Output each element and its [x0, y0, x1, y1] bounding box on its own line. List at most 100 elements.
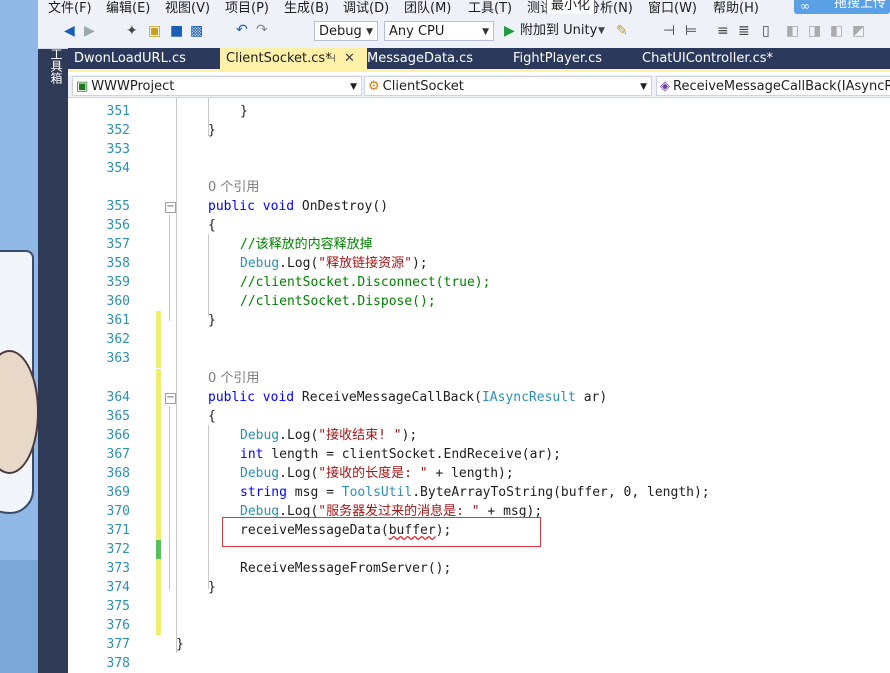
method-icon: ◈ [660, 79, 670, 94]
line-number: 368 [106, 466, 130, 481]
code-text: } [240, 104, 248, 119]
prev-bookmark-folder-icon[interactable]: ◧ [830, 23, 843, 39]
prev-bookmark-icon[interactable]: ◧ [786, 23, 799, 39]
tab-messagedata[interactable]: MessageData.cs [361, 48, 507, 69]
line-number: 362 [106, 332, 130, 347]
solution-config-value: Debug [319, 24, 362, 39]
change-marker-unsaved [156, 559, 161, 578]
change-marker-unsaved [156, 407, 161, 426]
class-icon: ⚙ [368, 79, 380, 94]
change-marker-unsaved [156, 426, 161, 445]
menu-help[interactable]: 帮助(H) [713, 0, 759, 14]
format-document-icon[interactable]: ⊨ [685, 23, 697, 39]
redo-icon[interactable]: ↷ [256, 22, 268, 38]
line-number: 354 [106, 161, 130, 176]
menu-project[interactable]: 项目(P) [225, 0, 269, 14]
standard-toolbar: ◀ ▶ ✦ ▣ ■ ▩ ↶ ↷ Debug ▼ Any CPU ▼ ▶ 附加到 Un… [38, 14, 890, 49]
codelens-line: 0 个引用 [68, 178, 890, 197]
code-line: 365 { [68, 407, 890, 426]
platform-dropdown[interactable]: Any CPU ▼ [384, 21, 494, 41]
code-line: 367 int length = clientSocket.EndReceive… [68, 445, 890, 464]
chevron-down-icon[interactable]: ▼ [598, 23, 605, 39]
solution-config-dropdown[interactable]: Debug ▼ [314, 21, 378, 41]
code-line: 364 − public void ReceiveMessageCallBack… [68, 388, 890, 407]
line-number: 372 [106, 542, 130, 557]
comment-icon[interactable]: ≡ [717, 23, 729, 39]
class-name: ClientSocket [382, 79, 464, 94]
member-dropdown[interactable]: ◈ReceiveMessageCallBack(IAsyncResult ar) [656, 76, 890, 96]
line-number: 371 [106, 523, 130, 538]
line-number: 360 [106, 294, 130, 309]
change-marker-unsaved [156, 464, 161, 483]
new-project-icon[interactable]: ✦ [126, 23, 138, 39]
project-dropdown[interactable]: ▣ WWWProject ▼ [72, 76, 362, 96]
code-line: 369 string msg = ToolsUtil.ByteArrayToSt… [68, 483, 890, 502]
line-number: 365 [106, 409, 130, 424]
undo-icon[interactable]: ↶ [236, 22, 248, 38]
line-number: 353 [106, 142, 130, 157]
menu-file[interactable]: 文件(F) [48, 0, 92, 14]
menu-window[interactable]: 窗口(W) [648, 0, 697, 14]
pin-icon[interactable]: ⊣ [326, 48, 336, 70]
tab-label: ChatUIController.cs* [642, 51, 774, 66]
menu-view[interactable]: 视图(V) [165, 0, 210, 14]
codelens-references[interactable]: 0 个引用 [208, 369, 259, 388]
tab-fightplayer[interactable]: FightPlayer.cs [507, 48, 633, 69]
uncomment-icon[interactable]: ≣ [738, 23, 750, 39]
play-icon[interactable]: ▶ [504, 23, 515, 39]
tab-clientsocket[interactable]: ClientSocket.cs* ⊣ ✕ [220, 48, 367, 69]
next-bookmark-icon[interactable]: ◨ [808, 23, 821, 39]
project-name: WWWProject [91, 79, 175, 94]
chevron-down-icon: ▼ [366, 27, 373, 37]
line-number: 374 [106, 580, 130, 595]
line-number: 363 [106, 351, 130, 366]
tab-dwonloadurl[interactable]: DwonLoadURL.cs [68, 48, 220, 69]
line-number: 377 [106, 637, 130, 652]
change-marker-unsaved [156, 597, 161, 616]
code-line: 356 { [68, 216, 890, 235]
code-text: string msg = ToolsUtil.ByteArrayToString… [240, 485, 710, 500]
save-icon[interactable]: ■ [170, 23, 183, 39]
code-line: 368 Debug.Log("接收的长度是: " + length); [68, 464, 890, 483]
menu-build[interactable]: 生成(B) [284, 0, 329, 14]
toolbox-tab[interactable]: 工具箱 [44, 48, 63, 84]
change-marker-unsaved [156, 616, 161, 635]
code-text: //clientSocket.Disconnect(true); [240, 275, 491, 290]
change-marker-unsaved [156, 330, 161, 349]
codelens-line: 0 个引用 [68, 369, 890, 388]
codelens-references[interactable]: 0 个引用 [208, 178, 259, 197]
attach-unity-button[interactable]: 附加到 Unity [520, 23, 597, 39]
collapse-icon[interactable]: − [165, 202, 176, 213]
menu-edit[interactable]: 编辑(E) [106, 0, 150, 14]
menu-debug[interactable]: 调试(D) [343, 0, 389, 14]
change-marker-unsaved [156, 445, 161, 464]
code-line: 374 } [68, 578, 890, 597]
class-dropdown[interactable]: ⚙ ClientSocket ▼ [364, 76, 652, 96]
code-editor[interactable]: 351 } 352 } 353 354 0 个引用 355 − public v… [68, 98, 890, 673]
code-line: 352 } [68, 121, 890, 140]
open-file-icon[interactable]: ▣ [148, 23, 161, 39]
clear-bookmarks-icon[interactable]: ◩ [852, 23, 865, 39]
back-icon[interactable]: ◀ [64, 23, 75, 39]
save-all-icon[interactable]: ▩ [190, 23, 203, 39]
code-line: 355 − public void OnDestroy() [68, 197, 890, 216]
upload-button[interactable]: ∞ 拖搜上传 [794, 0, 890, 14]
bookmark-icon[interactable]: ▯ [762, 23, 770, 39]
forward-icon[interactable]: ▶ [84, 23, 95, 39]
chevron-down-icon: ▼ [350, 82, 357, 92]
code-text: Debug.Log("释放链接资源"); [240, 256, 428, 271]
line-number: 367 [106, 447, 130, 462]
code-text: { [208, 409, 216, 424]
tab-chatuicontroller[interactable]: ChatUIController.cs* [636, 48, 842, 69]
format-icon[interactable]: ⊣ [663, 23, 675, 39]
collapse-icon[interactable]: − [165, 393, 176, 404]
change-marker-unsaved [156, 521, 161, 540]
code-line: 351 } [68, 102, 890, 121]
change-marker-unsaved [156, 388, 161, 407]
close-icon[interactable]: ✕ [344, 48, 355, 70]
menu-team[interactable]: 团队(M) [404, 0, 451, 14]
code-line: 361 } [68, 311, 890, 330]
menu-tools[interactable]: 工具(T) [468, 0, 512, 14]
change-marker-unsaved [156, 578, 161, 597]
find-icon[interactable]: ✎ [616, 23, 628, 39]
